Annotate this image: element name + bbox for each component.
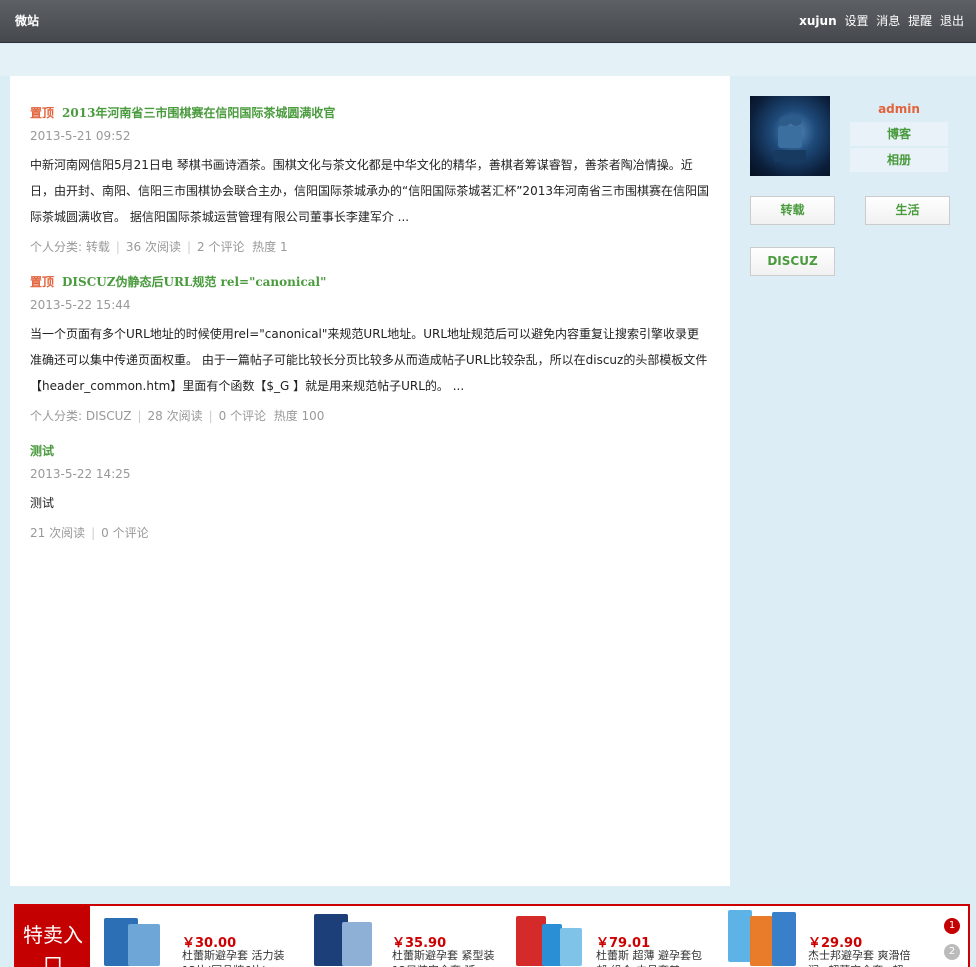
ad-item[interactable]: ￥29.90 杰士邦避孕套 爽滑倍润+超薄安全套+超	[728, 910, 928, 967]
post-meta: 个人分类: DISCUZ | 28 次阅读 | 0 个评论 热度 100	[30, 409, 325, 423]
ad-page-2[interactable]: 2	[944, 944, 960, 960]
avatar-art	[778, 126, 802, 148]
ad-item[interactable]: ￥35.90 杜蕾斯避孕套 紧型装12只装安全套 延	[312, 910, 512, 967]
blog-link[interactable]: 博客	[850, 122, 948, 146]
username-link[interactable]: xujun	[799, 14, 836, 28]
avatar-art	[774, 150, 806, 162]
top-navbar: 微站 xujun 设置 消息 提醒 退出	[0, 0, 976, 43]
messages-link[interactable]: 消息	[876, 14, 900, 28]
post-comments[interactable]: 2 个评论	[197, 240, 244, 254]
post-summary: 测试	[30, 496, 55, 510]
ad-product-name: 杜蕾斯避孕套 紧型装12只装安全套 延	[392, 949, 495, 967]
post-summary: 当一个页面有多个URL地址的时候使用rel="canonical"来规范URL地…	[30, 327, 708, 393]
product-image	[102, 910, 172, 967]
post-title-text[interactable]: DISCUZ伪静态后URL规范 rel="canonical"	[62, 275, 326, 289]
post-comments[interactable]: 0 个评论	[101, 526, 148, 540]
ad-tag[interactable]: 特卖入口	[16, 906, 90, 967]
header-stripe	[0, 44, 976, 76]
profile-sidebar: admin 博客 相册 转载 生活 DISCUZ	[730, 76, 976, 886]
post-title[interactable]: 测试	[30, 442, 710, 459]
post-meta: 个人分类: 转载 | 36 次阅读 | 2 个评论 热度 1	[30, 240, 288, 254]
category-button-life[interactable]: 生活	[865, 196, 950, 225]
category-button-reprint[interactable]: 转载	[750, 196, 835, 225]
post-summary: 中新河南网信阳5月21日电 琴棋书画诗酒茶。围棋文化与茶文化都是中华文化的精华，…	[30, 158, 709, 224]
post-views: 36 次阅读	[125, 240, 181, 254]
post-category[interactable]: 个人分类: DISCUZ	[30, 409, 131, 423]
ad-product-name: 杜蕾斯避孕套 活力装12片(同品牌6片)	[182, 949, 285, 967]
post-views: 28 次阅读	[147, 409, 203, 423]
post-heat: 热度 1	[252, 240, 288, 254]
sticky-tag: 置顶	[30, 275, 55, 289]
avatar-art	[790, 116, 802, 126]
category-button-discuz[interactable]: DISCUZ	[750, 247, 835, 276]
post-title-text[interactable]: 2013年河南省三市围棋赛在信阳国际茶城圆满收官	[62, 106, 335, 120]
post-item: 置顶 DISCUZ伪静态后URL规范 rel="canonical" 2013-5…	[30, 273, 710, 424]
product-image	[516, 910, 586, 967]
post-views: 21 次阅读	[30, 526, 86, 540]
ad-product-name: 杰士邦避孕套 爽滑倍润+超薄安全套+超	[808, 949, 911, 967]
notifications-link[interactable]: 提醒	[908, 14, 932, 28]
user-menu: xujun 设置 消息 提醒 退出	[795, 12, 964, 29]
post-heat: 热度 100	[273, 409, 325, 423]
post-title-text[interactable]: 测试	[30, 444, 54, 458]
post-date: 2013-5-21 09:52	[30, 129, 131, 143]
ad-page-1[interactable]: 1	[944, 918, 960, 934]
post-comments[interactable]: 0 个评论	[219, 409, 266, 423]
profile-username[interactable]: admin	[850, 102, 948, 116]
ad-item[interactable]: ￥30.00 杜蕾斯避孕套 活力装12片(同品牌6片)	[102, 910, 302, 967]
product-image	[312, 910, 382, 967]
ad-product-name: 杜蕾斯 超薄 避孕套包邮 组合 中号套其	[596, 949, 702, 967]
post-item: 置顶 2013年河南省三市围棋赛在信阳国际茶城圆满收官 2013-5-21 09:…	[30, 104, 710, 255]
ad-item[interactable]: ￥79.01 杜蕾斯 超薄 避孕套包邮 组合 中号套其	[516, 910, 716, 967]
post-title[interactable]: 置顶 DISCUZ伪静态后URL规范 rel="canonical"	[30, 273, 710, 290]
product-image	[728, 910, 798, 967]
post-title[interactable]: 置顶 2013年河南省三市围棋赛在信阳国际茶城圆满收官	[30, 104, 710, 121]
post-date: 2013-5-22 15:44	[30, 298, 131, 312]
settings-link[interactable]: 设置	[844, 14, 868, 28]
post-meta: 21 次阅读 | 0 个评论	[30, 526, 149, 540]
post-item: 测试 2013-5-22 14:25 测试 21 次阅读 | 0 个评论	[30, 442, 710, 541]
post-category[interactable]: 个人分类: 转载	[30, 240, 110, 254]
album-link[interactable]: 相册	[850, 148, 948, 172]
post-list: 置顶 2013年河南省三市围棋赛在信阳国际茶城圆满收官 2013-5-21 09:…	[10, 76, 730, 886]
sticky-tag: 置顶	[30, 106, 55, 120]
site-logo[interactable]: 微站	[15, 12, 39, 29]
logout-link[interactable]: 退出	[940, 14, 964, 28]
avatar[interactable]	[750, 96, 830, 176]
ad-banner: 特卖入口 ￥30.00 杜蕾斯避孕套 活力装12片(同品牌6片) ￥35.90 …	[14, 904, 970, 967]
post-date: 2013-5-22 14:25	[30, 467, 131, 481]
